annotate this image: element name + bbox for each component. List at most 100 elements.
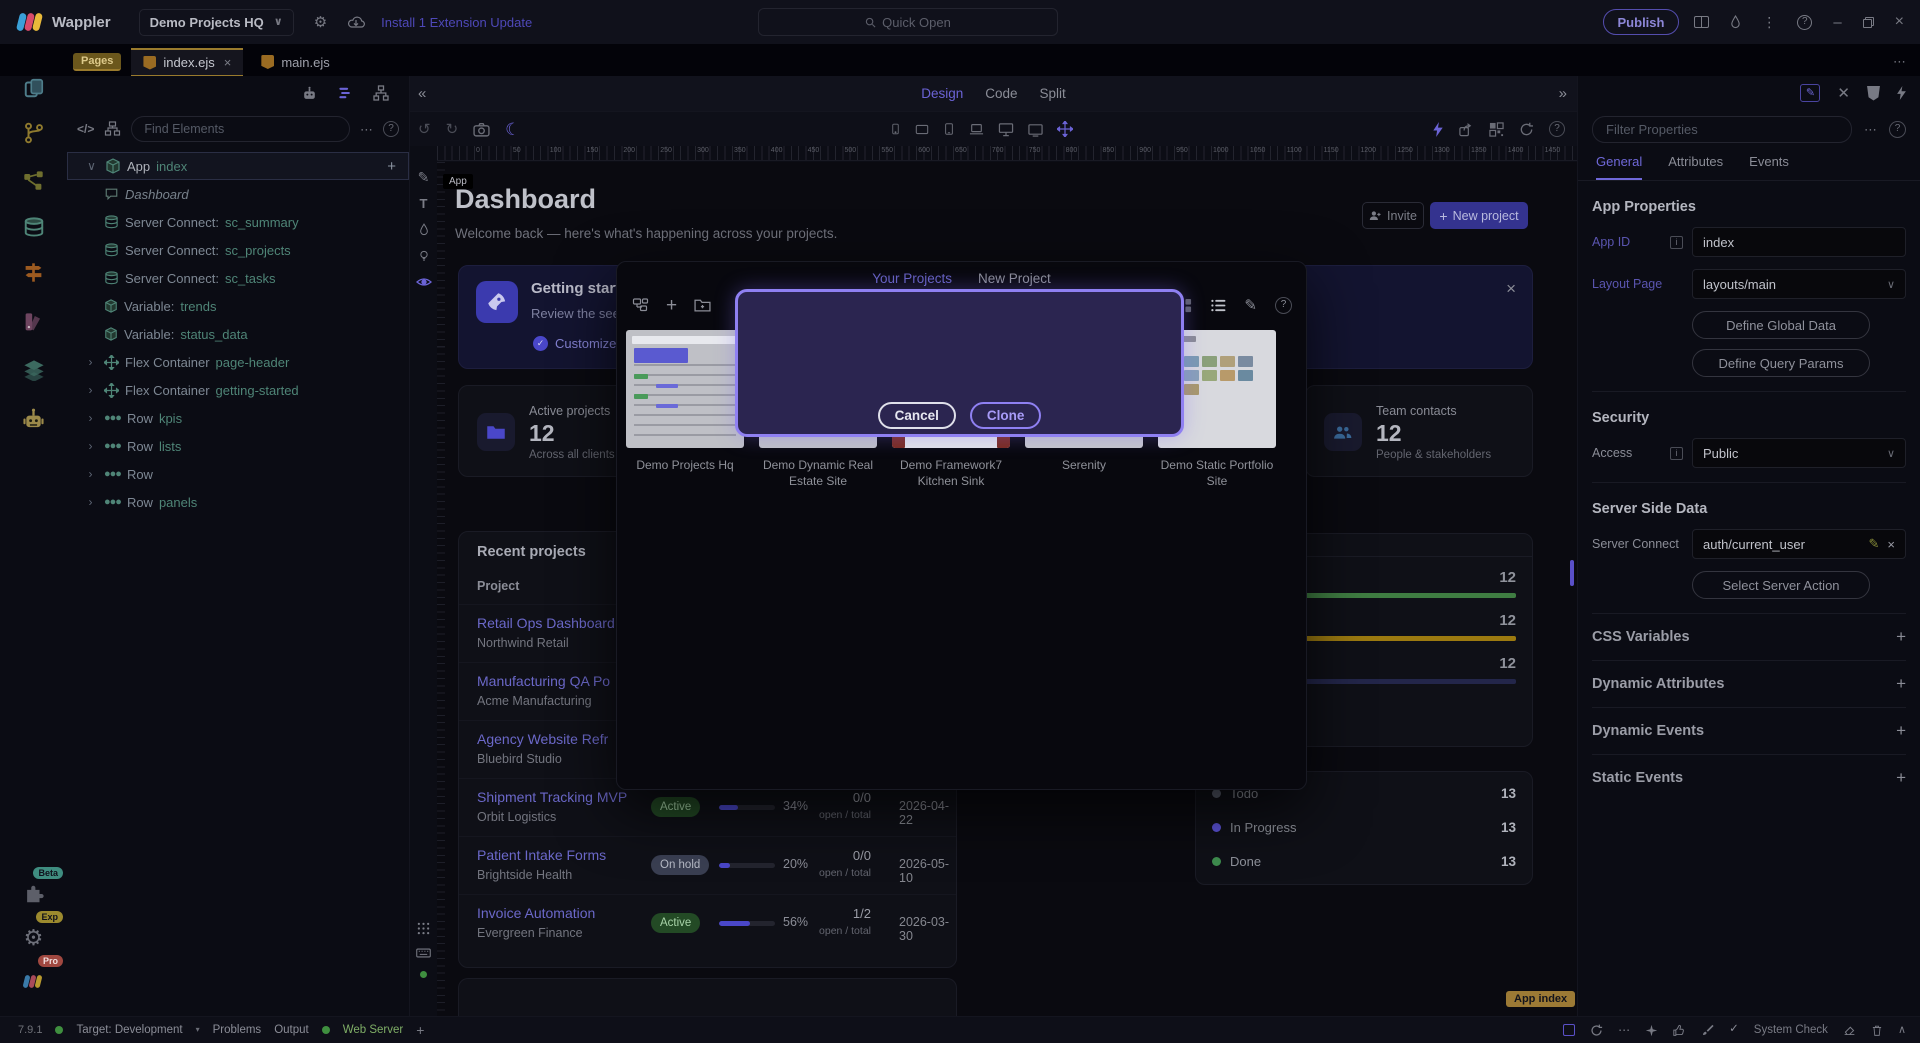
code-view-icon[interactable]: </> [77,123,94,135]
info-icon[interactable]: i [1670,447,1683,460]
tab-general[interactable]: General [1596,154,1642,180]
tab-attributes[interactable]: Attributes [1668,154,1723,180]
cut-element-icon[interactable]: ✕ [1837,86,1850,101]
project-link[interactable]: Agency Website Refr [477,731,608,747]
minimize-window-icon[interactable]: – [1833,15,1841,30]
keyboard-icon[interactable] [416,948,431,958]
caret-collapsed-icon[interactable]: › [83,439,98,453]
dom-structure-icon[interactable] [104,121,121,137]
caret-collapsed-icon[interactable]: › [83,467,98,481]
access-select[interactable]: Public ∨ [1692,438,1906,468]
collapse-statusbar-icon[interactable]: ∧ [1898,1025,1906,1036]
help-icon[interactable]: ? [1549,121,1565,137]
cancel-button[interactable]: Cancel [878,402,956,429]
preview-frame-icon[interactable] [1563,1024,1575,1036]
rail-styles-icon[interactable] [0,302,67,342]
project-card[interactable]: Demo Projects Hq [626,330,744,489]
tab-events[interactable]: Events [1749,154,1789,180]
tree-item-variable-trends[interactable]: Variable: trends [67,292,409,320]
edit-pencil-icon[interactable]: ✎ [418,170,430,184]
responsive-move-icon[interactable] [1057,121,1073,137]
edit-project-icon[interactable]: ✎ [1244,298,1257,313]
new-project-button[interactable]: + New project [1430,202,1528,229]
add-panel-icon[interactable]: + [416,1023,424,1037]
properties-help-icon[interactable]: ? [1889,121,1906,138]
project-selector[interactable]: Demo Projects HQ ∨ [139,9,294,36]
caret-collapsed-icon[interactable]: › [83,495,98,509]
edit-pencil-icon[interactable]: ✎ [1869,536,1880,552]
laptop-icon[interactable] [968,122,985,136]
section-dynamic-events[interactable]: Dynamic Events + [1592,708,1906,754]
define-global-data-button[interactable]: Define Global Data [1692,311,1870,339]
project-link[interactable]: Patient Intake Forms [477,847,606,863]
tab-split[interactable]: Split [1040,86,1066,101]
thumbs-up-icon[interactable] [1673,1024,1686,1037]
add-icon[interactable]: + [1896,768,1906,788]
theme-droplet-icon[interactable] [1730,15,1741,29]
tab-main-ejs[interactable]: main.ejs [249,48,341,76]
edit-mode-pencil-icon[interactable]: ✎ [1800,84,1820,102]
restore-window-icon[interactable] [1863,17,1874,28]
style-droplet-icon[interactable] [419,223,429,236]
system-check-button[interactable]: System Check [1754,1024,1828,1036]
rail-extensions-icon[interactable]: Beta [0,874,67,914]
more-dots-icon[interactable]: ⋯ [1618,1024,1630,1036]
rail-experimental-icon[interactable]: ⚙ Exp [0,918,67,958]
project-link[interactable]: Retail Ops Dashboard [477,615,615,631]
app-id-input[interactable]: index [1692,227,1906,257]
ai-bot-icon[interactable] [301,85,318,102]
define-query-params-button[interactable]: Define Query Params [1692,349,1870,377]
share-export-icon[interactable] [1458,122,1474,137]
more-options-kebab-icon[interactable]: ⋮ [1762,15,1776,29]
tree-item-row-kpis[interactable]: › ●●● Row kpis [67,404,409,432]
pages-badge[interactable]: Pages [73,53,121,71]
split-view-icon[interactable] [1694,16,1709,28]
tree-item-flex-page-header[interactable]: › Flex Container page-header [67,348,409,376]
screenshot-camera-icon[interactable] [473,122,490,137]
select-server-action-button[interactable]: Select Server Action [1692,571,1870,599]
caret-expanded-icon[interactable]: ∨ [84,159,99,173]
rail-api-icon[interactable] [0,160,67,200]
settings-gear-icon[interactable]: ⚙ [314,15,327,30]
rail-database-icon[interactable] [0,208,67,248]
tv-icon[interactable] [1027,122,1044,137]
tree-item-sc-summary[interactable]: Server Connect: sc_summary [67,208,409,236]
tab-new-project[interactable]: New Project [978,271,1051,286]
cloud-download-icon[interactable] [347,15,365,29]
tablet-icon[interactable] [943,121,955,137]
info-icon[interactable]: i [1670,236,1683,249]
publish-button[interactable]: Publish [1603,9,1679,35]
problems-button[interactable]: Problems [213,1024,262,1036]
list-view-icon[interactable] [338,86,353,100]
add-element-icon[interactable]: + [387,158,396,175]
project-link[interactable]: Manufacturing QA Po [477,673,610,689]
desktop-icon[interactable] [998,122,1014,137]
tab-code[interactable]: Code [985,86,1017,101]
rail-pro-icon[interactable]: Pro [0,962,67,1002]
add-project-icon[interactable]: + [666,296,677,315]
table-row[interactable]: Patient Intake Forms Brightside Health O… [459,836,956,894]
flowchart-view-icon[interactable] [373,85,389,101]
tree-item-dashboard[interactable]: Dashboard [67,180,409,208]
dismiss-banner-icon[interactable]: × [1506,280,1516,297]
refresh-icon[interactable] [1590,1024,1603,1037]
rail-git-icon[interactable] [0,113,67,153]
text-tool-icon[interactable]: T [420,197,428,210]
tree-item-variable-status-data[interactable]: Variable: status_data [67,320,409,348]
layout-page-select[interactable]: layouts/main ∨ [1692,269,1906,299]
section-dynamic-attributes[interactable]: Dynamic Attributes + [1592,661,1906,707]
tree-item-row[interactable]: › ●●● Row [67,460,409,488]
close-window-icon[interactable]: × [1895,14,1904,30]
tree-item-sc-projects[interactable]: Server Connect: sc_projects [67,236,409,264]
add-icon[interactable]: + [1896,674,1906,694]
tablet-landscape-icon[interactable] [914,123,930,136]
project-link[interactable]: Invoice Automation [477,905,595,921]
tree-item-sc-tasks[interactable]: Server Connect: sc_tasks [67,264,409,292]
table-row[interactable]: Invoice Automation Evergreen Finance Act… [459,894,956,952]
caret-collapsed-icon[interactable]: › [83,383,98,397]
paintbrush-icon[interactable] [1701,1024,1714,1037]
web-server-button[interactable]: Web Server [343,1024,404,1036]
tab-index-ejs[interactable]: index.ejs × [131,48,243,76]
section-css-variables[interactable]: CSS Variables + [1592,614,1906,660]
clone-button[interactable]: Clone [970,402,1042,429]
